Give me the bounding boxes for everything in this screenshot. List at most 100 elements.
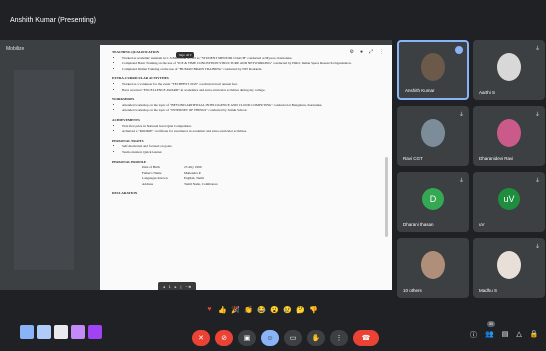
side-panel-tools: ⓘ 👥 ▤ △ 🔒 <box>470 330 538 340</box>
section-heading: Personal Traits <box>112 138 144 143</box>
mic-muted-icon: ⏚ <box>534 46 540 52</box>
page-number: 1 <box>168 285 171 289</box>
section-item: Team oriented. Quick learner. <box>122 150 372 155</box>
section-item: Achieved a "ROOKIE" certificate for exce… <box>122 129 372 134</box>
profile-key: Address <box>142 181 154 186</box>
pager-separator: | <box>180 285 182 289</box>
reactions-button[interactable]: ☺ <box>261 330 279 346</box>
participant-photo <box>421 53 445 82</box>
participant-tile[interactable]: ⏚ Madhu S <box>473 238 545 298</box>
profile-value: Tamil Nadu, Coimbatore <box>184 181 218 186</box>
reaction-emoji-button[interactable]: ♥ <box>205 305 214 314</box>
app-icon[interactable] <box>37 325 51 339</box>
document-content: Teaching Qualification Worked as academic… <box>112 45 372 196</box>
captions-button[interactable]: ▣ <box>238 330 256 346</box>
reaction-emoji-button[interactable]: 🤔 <box>296 305 305 314</box>
app-icon[interactable] <box>71 325 85 339</box>
meeting-apps <box>20 325 102 339</box>
app-icon[interactable] <box>54 325 68 339</box>
meeting-top-bar: Anshith Kumar (Presenting) <box>0 0 546 40</box>
participant-tile[interactable]: ⏚ Ravi CGT <box>397 106 469 166</box>
participant-name: Dharanidevi Ravi <box>479 156 514 161</box>
section-list: Won first prize in National level Quiz C… <box>122 124 372 134</box>
app-icon[interactable] <box>20 325 34 339</box>
presentation-stage[interactable]: Mobilize Teaching Qualification Worked as… <box>0 40 392 290</box>
document-scrollbar[interactable] <box>385 157 388 237</box>
section-item: Worked as academic assistant in C.S.Educ… <box>122 56 372 61</box>
activities-icon[interactable]: △ <box>516 330 521 340</box>
participant-tile[interactable]: ⏚ Dharanidevi Ravi <box>473 106 545 166</box>
app-icon[interactable] <box>88 325 102 339</box>
reaction-emoji-button[interactable]: 😮 <box>270 305 279 314</box>
mic-muted-icon: ⏚ <box>458 112 464 118</box>
reaction-emoji-button[interactable]: 😢 <box>283 305 292 314</box>
section-heading: Extra-Curricular Activities <box>112 76 169 81</box>
section-list: Worked as a volunteer for the event "TEC… <box>122 82 372 92</box>
participant-name: uV <box>479 222 485 227</box>
section-heading: Declaration <box>112 191 138 196</box>
page-navigator[interactable]: ◂ 1 ▸ | − ⊕ <box>158 282 197 290</box>
document-tool-icon[interactable]: ● <box>360 49 363 55</box>
section-list: Worked as academic assistant in C.S.Educ… <box>122 56 372 72</box>
reaction-emoji-button[interactable]: 🎉 <box>231 305 240 314</box>
reaction-emoji-button[interactable]: 👏 <box>244 305 253 314</box>
section-heading: Achievements <box>112 117 140 122</box>
stage-label: Mobilize <box>6 46 25 52</box>
section-item: Won first prize in National level Quiz C… <box>122 124 372 129</box>
section-list: Self-motivated and focused on goals.Team… <box>122 144 372 154</box>
chat-icon[interactable]: ▤ <box>502 330 509 340</box>
section-item: Completed Online Training on the use of … <box>122 67 372 72</box>
reaction-emoji-button[interactable]: 😂 <box>257 305 266 314</box>
participant-tile[interactable]: uV ⏚ uV <box>473 172 545 232</box>
document-tool-icon[interactable]: ⋮ <box>379 49 384 55</box>
mic-off-button[interactable]: ✕ <box>192 330 210 346</box>
shared-document[interactable]: Teaching Qualification Worked as academic… <box>100 45 392 290</box>
mic-muted-icon: ⏚ <box>458 178 464 184</box>
document-chip[interactable]: Sign off ▾ <box>176 52 195 58</box>
document-tool-icon[interactable]: ⤢ <box>369 49 373 55</box>
participant-name: Ravi CGT <box>403 156 423 161</box>
reaction-emoji-button[interactable]: 👍 <box>218 305 227 314</box>
participant-tile[interactable]: Anshith Kumar <box>397 40 469 100</box>
mic-muted-icon: ⏚ <box>534 112 540 118</box>
participant-grid: Anshith Kumar ⏚ Aarthi S ⏚ Ravi CGT ⏚ Dharanid… <box>397 40 546 300</box>
leave-call-button[interactable]: ☎ <box>353 330 379 346</box>
zoom-controls[interactable]: − ⊕ <box>185 285 191 289</box>
participant-name: Anshith Kumar <box>405 88 435 93</box>
document-tool-icon[interactable]: ⚙ <box>349 49 353 55</box>
participant-name: 10 others <box>403 288 422 293</box>
participant-name: Madhu S <box>479 288 498 293</box>
camera-off-button[interactable]: ⊘ <box>215 330 233 346</box>
participant-name: Dharani thasan <box>403 222 434 227</box>
speaking-indicator-icon <box>455 46 463 54</box>
present-button[interactable]: ▭ <box>284 330 302 346</box>
mic-muted-icon: ⏚ <box>534 244 540 250</box>
participant-tile[interactable]: D ⏚ Dharani thasan <box>397 172 469 232</box>
participant-photo <box>497 251 521 279</box>
raise-hand-button[interactable]: ✋ <box>307 330 325 346</box>
section-item: Have received "EXCELLENCE AWARD" in acad… <box>122 88 372 93</box>
document-toolbar: ⚙ ● ⤢ ⋮ <box>349 49 384 55</box>
participant-tile[interactable]: ⏚ Aarthi S <box>473 40 545 100</box>
section-item: Worked as a volunteer for the event "TEC… <box>122 82 372 87</box>
reaction-emoji-button[interactable]: 👎 <box>309 305 318 314</box>
next-page-button[interactable]: ▸ <box>175 285 177 289</box>
profile-value: Mahendra P. <box>184 170 201 175</box>
prev-page-button[interactable]: ◂ <box>163 285 165 289</box>
participant-photo <box>421 119 445 147</box>
info-icon[interactable]: ⓘ <box>470 330 477 340</box>
people-count-badge: 30 <box>487 321 495 327</box>
participant-photo <box>497 53 521 81</box>
presenter-title: Anshith Kumar (Presenting) <box>10 17 96 24</box>
more-options-button[interactable]: ⋮ <box>330 330 348 346</box>
section-list: Attended workshop on the topic of "BEYON… <box>122 103 372 113</box>
section-item: Self-motivated and focused on goals. <box>122 144 372 149</box>
participant-tile[interactable]: 10 others <box>397 238 469 298</box>
people-icon[interactable]: 👥 <box>485 330 494 340</box>
section-heading: Workshops <box>112 97 135 102</box>
section-item: Attended workshop on the topic of "BEYON… <box>122 103 372 108</box>
section-heading: Personal Profile <box>112 159 147 164</box>
profile-value: English, Tamil <box>184 176 204 181</box>
lock-icon[interactable]: 🔒 <box>530 330 539 340</box>
participant-name: Aarthi S <box>479 90 496 95</box>
